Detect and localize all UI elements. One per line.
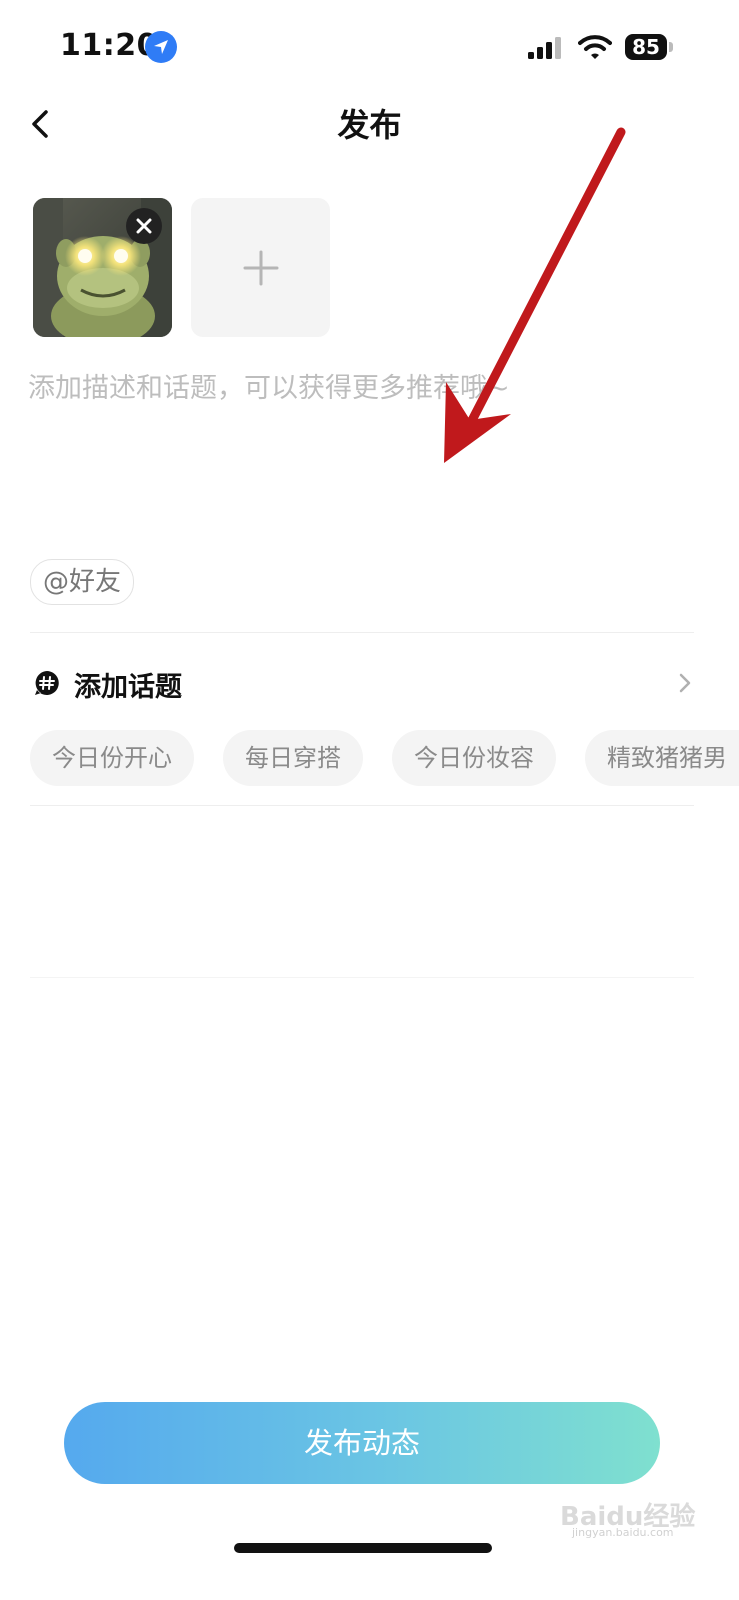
topic-chip[interactable]: 今日份妆容 xyxy=(392,730,556,786)
topic-chip[interactable]: 今日份开心 xyxy=(30,730,194,786)
chevron-right-icon xyxy=(679,673,691,693)
topic-chip[interactable]: 每日穿搭 xyxy=(223,730,363,786)
topic-chip[interactable]: 精致猪猪男 xyxy=(585,730,739,786)
divider xyxy=(30,632,694,633)
watermark-logo: Baidu经验 jingyan.baidu.com xyxy=(560,1502,696,1539)
add-topic-row[interactable]: 添加话题 xyxy=(30,660,694,706)
annotation-arrow xyxy=(444,127,626,463)
hash-icon xyxy=(35,671,59,695)
add-topic-label: 添加话题 xyxy=(74,672,182,703)
divider xyxy=(30,805,694,806)
publish-button[interactable]: 发布动态 xyxy=(64,1402,660,1484)
divider xyxy=(30,977,694,978)
home-indicator xyxy=(234,1543,492,1553)
